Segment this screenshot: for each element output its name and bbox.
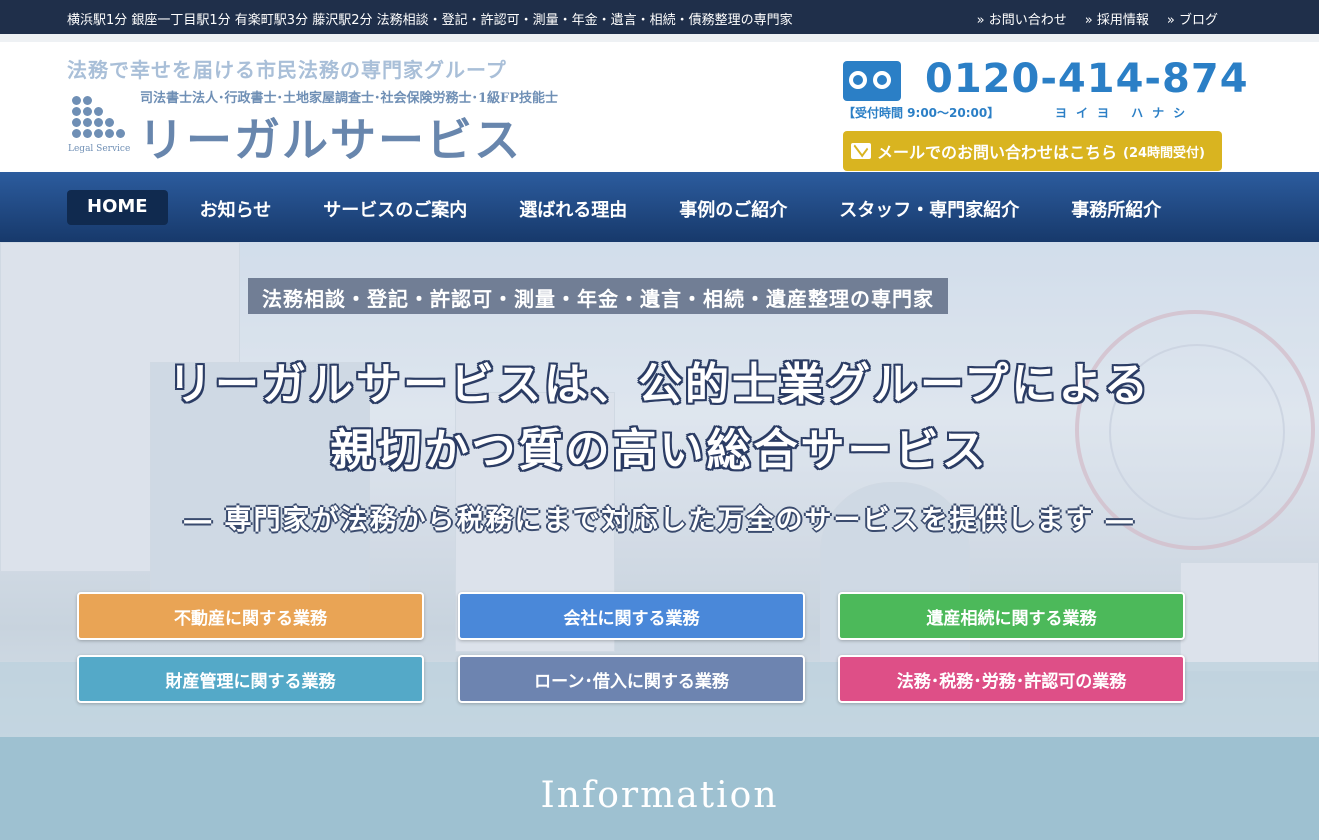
service-button-asset-management[interactable]: 財産管理に関する業務 bbox=[77, 655, 424, 703]
freedial-icon bbox=[843, 61, 901, 101]
top-tagline: 横浜駅1分 銀座一丁目駅1分 有楽町駅3分 藤沢駅2分 法務相談・登記・許認可・… bbox=[67, 13, 793, 28]
nav-item-office[interactable]: 事務所紹介 bbox=[1051, 190, 1181, 225]
hero-title-line2: 親切かつ質の高い総合サービス bbox=[330, 425, 989, 476]
information-section: Information bbox=[0, 737, 1319, 840]
logo-caption: Legal Service bbox=[68, 144, 131, 154]
hero-lead: ― 専門家が法務から税務にまで対応した万全のサービスを提供します ― bbox=[184, 505, 1135, 536]
mail-contact-button[interactable]: メールでのお問い合わせはこちら (24時間受付) bbox=[843, 131, 1222, 171]
phone-hours: 【受付時間 9:00～20:00】 bbox=[843, 106, 1000, 120]
double-chevron-right-icon: » bbox=[1166, 13, 1179, 28]
nav-item-cases[interactable]: 事例のご紹介 bbox=[659, 190, 807, 225]
information-title: Information bbox=[540, 775, 779, 816]
hero-badge: 法務相談・登記・許認可・測量・年金・遺言・相続・遺産整理の専門家 bbox=[248, 278, 948, 314]
brand-name[interactable]: リーガルサービス bbox=[138, 104, 522, 170]
top-link-recruit[interactable]: » 採用情報 bbox=[1085, 9, 1149, 28]
top-link-blog[interactable]: » ブログ bbox=[1167, 9, 1218, 28]
double-chevron-right-icon: » bbox=[976, 13, 989, 28]
top-bar: 横浜駅1分 銀座一丁目駅1分 有楽町駅3分 藤沢駅2分 法務相談・登記・許認可・… bbox=[0, 0, 1319, 34]
logo-dots-icon[interactable]: Legal Service bbox=[68, 94, 130, 154]
hero-section: 法務相談・登記・許認可・測量・年金・遺言・相続・遺産整理の専門家 リーガルサービ… bbox=[0, 242, 1319, 737]
main-nav: HOME お知らせ サービスのご案内 選ばれる理由 事例のご紹介 スタッフ・専門… bbox=[0, 172, 1319, 242]
mail-button-label: メールでのお問い合わせはこちら bbox=[877, 143, 1118, 162]
phone-reading: ヨイヨ ハナシ bbox=[1055, 106, 1195, 120]
mail-envelope-icon bbox=[851, 143, 871, 159]
top-link-contact[interactable]: » お問い合わせ bbox=[977, 9, 1067, 28]
service-button-legal-tax-labor[interactable]: 法務･税務･労務･許認可の業務 bbox=[838, 655, 1185, 703]
service-button-inheritance[interactable]: 遺産相続に関する業務 bbox=[838, 592, 1185, 640]
service-button-corporate[interactable]: 会社に関する業務 bbox=[458, 592, 805, 640]
mail-button-note: (24時間受付) bbox=[1123, 145, 1205, 161]
nav-item-home[interactable]: HOME bbox=[67, 190, 168, 225]
double-chevron-right-icon: » bbox=[1084, 13, 1097, 28]
phone-number[interactable]: 0120-414-874 bbox=[925, 56, 1249, 102]
logo-slogan: 法務で幸せを届ける市民法務の専門家グループ bbox=[67, 58, 507, 82]
top-links: » お問い合わせ » 採用情報 » ブログ bbox=[977, 9, 1218, 28]
site-header: 法務で幸せを届ける市民法務の専門家グループ Legal Service 司法書士… bbox=[0, 34, 1319, 172]
nav-item-news[interactable]: お知らせ bbox=[180, 190, 292, 225]
hero-title-line1: リーガルサービスは、公的士業グループによる bbox=[167, 359, 1152, 410]
nav-item-reasons[interactable]: 選ばれる理由 bbox=[499, 190, 647, 225]
service-button-real-estate[interactable]: 不動産に関する業務 bbox=[77, 592, 424, 640]
service-button-loans[interactable]: ローン･借入に関する業務 bbox=[458, 655, 805, 703]
nav-item-services[interactable]: サービスのご案内 bbox=[303, 190, 487, 225]
nav-item-staff[interactable]: スタッフ・専門家紹介 bbox=[819, 190, 1039, 225]
